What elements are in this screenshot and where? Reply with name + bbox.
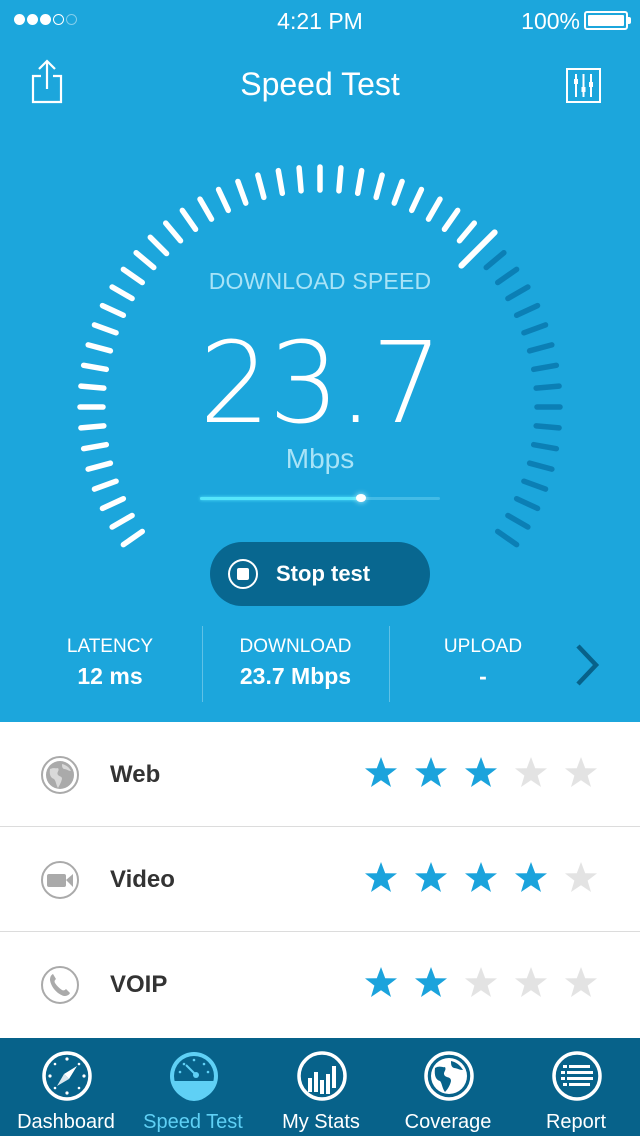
speed-value: 23.7 xyxy=(0,328,640,440)
stat-upload: UPLOAD - xyxy=(390,626,576,702)
gauge-tick xyxy=(255,172,267,201)
gauge-tick xyxy=(235,178,249,206)
gauge-tick xyxy=(99,302,127,319)
gauge-tick xyxy=(513,302,541,319)
speed-dec: 7 xyxy=(371,319,442,449)
gauge-tick xyxy=(354,167,365,197)
stat-download: DOWNLOAD 23.7 Mbps xyxy=(203,626,388,702)
star-empty-icon xyxy=(515,757,547,787)
gauge-tick xyxy=(391,178,405,206)
tab-label: My Stats xyxy=(282,1111,360,1133)
list-icon xyxy=(552,1051,602,1101)
globe-icon xyxy=(41,756,79,794)
gauge-tick xyxy=(373,172,385,201)
star-filled-icon xyxy=(515,862,547,892)
gauge-tick xyxy=(495,528,520,548)
star-filled-icon xyxy=(465,757,497,787)
tab-bar: Dashboard Speed Test My Stats Coverage R… xyxy=(0,1038,640,1136)
rating-row-web[interactable]: Web xyxy=(0,722,640,827)
star-filled-icon xyxy=(365,967,397,997)
star-empty-icon xyxy=(515,967,547,997)
tab-report[interactable]: Report xyxy=(512,1038,640,1136)
stats-row: LATENCY 12 ms DOWNLOAD 23.7 Mbps UPLOAD … xyxy=(0,626,640,702)
gauge-tick xyxy=(505,512,531,530)
gauge-tick xyxy=(109,512,135,530)
speed-unit: Mbps xyxy=(285,443,355,474)
star-empty-icon xyxy=(465,967,497,997)
star-rating xyxy=(364,861,598,895)
star-filled-icon xyxy=(415,862,447,892)
stat-latency: LATENCY 12 ms xyxy=(20,626,200,702)
star-rating xyxy=(364,756,598,790)
stat-label: DOWNLOAD xyxy=(239,636,352,657)
star-filled-icon xyxy=(365,862,397,892)
gauge-tick xyxy=(147,234,170,257)
star-filled-icon xyxy=(415,757,447,787)
stat-value: - xyxy=(479,663,487,689)
speed-int: 23 xyxy=(199,319,340,449)
gauge-tick xyxy=(336,165,344,194)
rating-row-video[interactable]: Video xyxy=(0,827,640,932)
gauge-tick xyxy=(215,186,232,214)
progress-fill xyxy=(200,497,361,500)
gauge-tick xyxy=(179,207,199,232)
gauge-tick xyxy=(120,528,145,548)
stop-icon xyxy=(228,559,258,589)
tab-speed-test[interactable]: Speed Test xyxy=(129,1038,257,1136)
star-rating xyxy=(364,966,598,1000)
progress-knob xyxy=(355,494,366,502)
gauge-tick xyxy=(296,165,304,194)
tab-label: Coverage xyxy=(404,1111,492,1133)
tab-my-stats[interactable]: My Stats xyxy=(257,1038,385,1136)
gauge-tick xyxy=(441,207,461,232)
video-camera-icon xyxy=(41,861,79,899)
rating-label: Video xyxy=(110,866,175,893)
stat-label: LATENCY xyxy=(66,636,154,657)
star-filled-icon xyxy=(415,967,447,997)
quality-ratings-list: Web Video VOIP xyxy=(0,722,640,1038)
rating-label: Web xyxy=(110,761,161,788)
stat-value: 12 ms xyxy=(77,663,143,689)
test-progress-bar xyxy=(200,494,440,502)
rating-row-voip[interactable]: VOIP xyxy=(0,932,640,1037)
tab-label: Dashboard xyxy=(17,1111,115,1133)
globe-icon xyxy=(424,1051,474,1101)
stop-test-label: Stop test xyxy=(276,561,371,586)
gauge-tick xyxy=(275,167,286,197)
speed-test-panel: 4:21 PM 100% Speed Test DOWNLOAD SPEED 2… xyxy=(0,0,640,722)
speed-sep: . xyxy=(337,319,374,449)
tab-dashboard[interactable]: Dashboard xyxy=(2,1038,130,1136)
gauge-tick xyxy=(99,495,127,512)
star-filled-icon xyxy=(365,757,397,787)
speedometer-icon xyxy=(170,1052,218,1101)
download-speed-label: DOWNLOAD SPEED xyxy=(208,268,432,294)
bar-chart-icon xyxy=(297,1051,347,1101)
gauge-tick xyxy=(521,478,549,492)
gauge-tick xyxy=(513,495,541,512)
phone-icon xyxy=(41,966,79,1004)
star-empty-icon xyxy=(565,862,597,892)
gauge-tick xyxy=(197,196,215,222)
gauge-tick xyxy=(91,478,119,492)
stat-value: 23.7 Mbps xyxy=(239,663,352,689)
gauge-tick xyxy=(133,249,157,271)
compass-icon xyxy=(42,1051,92,1101)
star-empty-icon xyxy=(565,757,597,787)
gauge-tick xyxy=(483,249,507,271)
tab-label: Speed Test xyxy=(143,1111,243,1133)
gauge-tick xyxy=(456,220,478,244)
stop-test-button[interactable]: Stop test xyxy=(210,542,430,606)
gauge-tick xyxy=(162,220,184,244)
gauge-marker xyxy=(458,229,498,269)
tab-label: Report xyxy=(545,1111,607,1133)
tab-coverage[interactable]: Coverage xyxy=(384,1038,512,1136)
stat-label: UPLOAD xyxy=(443,636,523,657)
star-empty-icon xyxy=(565,967,597,997)
chevron-right-icon[interactable] xyxy=(572,642,602,688)
gauge-tick xyxy=(425,196,443,222)
gauge-tick xyxy=(408,186,425,214)
star-filled-icon xyxy=(465,862,497,892)
rating-label: VOIP xyxy=(110,971,168,998)
